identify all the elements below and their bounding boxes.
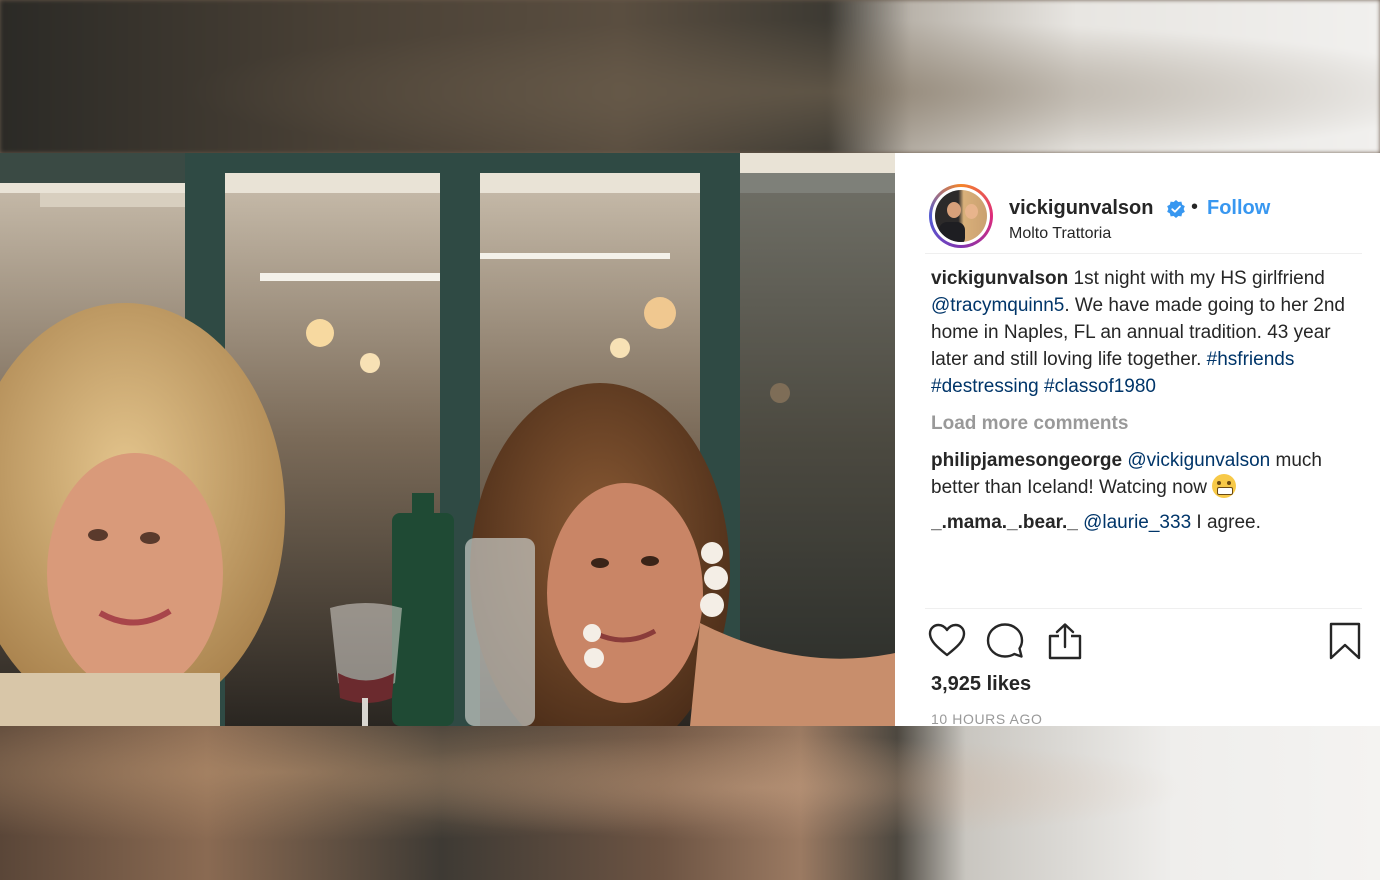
hashtag-destressing[interactable]: #destressing	[931, 376, 1039, 397]
separator-dot: •	[1191, 196, 1199, 218]
comment-username[interactable]: _.mama._.bear._	[931, 512, 1078, 533]
verified-badge-icon	[1167, 200, 1185, 218]
caption-username[interactable]: vickigunvalson	[931, 268, 1068, 289]
profile-avatar[interactable]	[929, 184, 993, 248]
comment-username[interactable]: philipjamesongeorge	[931, 450, 1122, 471]
hashtag-hsfriends[interactable]: #hsfriends	[1207, 349, 1295, 370]
post-actions	[925, 621, 1365, 665]
blurred-backdrop-top	[0, 0, 1380, 153]
post-timestamp: 10 HOURS AGO	[931, 711, 1043, 726]
location-link[interactable]: Molto Trattoria	[1009, 225, 1111, 243]
post-photo	[0, 153, 895, 726]
hashtag-classof1980[interactable]: #classof1980	[1044, 376, 1156, 397]
post-header: vickigunvalson • Follow Molto Trattoria	[925, 167, 1362, 254]
bookmark-icon[interactable]	[1325, 621, 1365, 661]
header-username[interactable]: vickigunvalson	[1009, 197, 1154, 220]
caption: vickigunvalson 1st night with my HS girl…	[931, 265, 1361, 400]
caption-mention[interactable]: @tracymquinn5	[931, 295, 1064, 316]
comment-item: _.mama._.bear._ @laurie_333 I agree.	[931, 509, 1361, 536]
post-side-panel: vickigunvalson • Follow Molto Trattoria …	[895, 153, 1380, 726]
load-more-comments-button[interactable]: Load more comments	[931, 410, 1361, 437]
comment-bubble-icon[interactable]	[985, 621, 1025, 661]
follow-button[interactable]: Follow	[1207, 197, 1270, 220]
blurred-backdrop-bottom	[0, 726, 1380, 880]
comment-item: philipjamesongeorge @vickigunvalson much…	[931, 447, 1361, 501]
comments-list[interactable]: vickigunvalson 1st night with my HS girl…	[931, 265, 1361, 608]
actions-divider	[925, 608, 1362, 609]
comment-mention[interactable]: @laurie_333	[1083, 512, 1191, 533]
heart-icon[interactable]	[927, 621, 967, 661]
comment-mention[interactable]: @vickigunvalson	[1127, 450, 1270, 471]
grimacing-face-emoji-icon	[1212, 474, 1237, 498]
share-upload-icon[interactable]	[1045, 621, 1085, 661]
caption-text-1: 1st night with my HS girlfriend	[1068, 268, 1325, 289]
likes-count[interactable]: 3,925 likes	[931, 673, 1031, 696]
comment-text: I agree.	[1191, 512, 1261, 533]
